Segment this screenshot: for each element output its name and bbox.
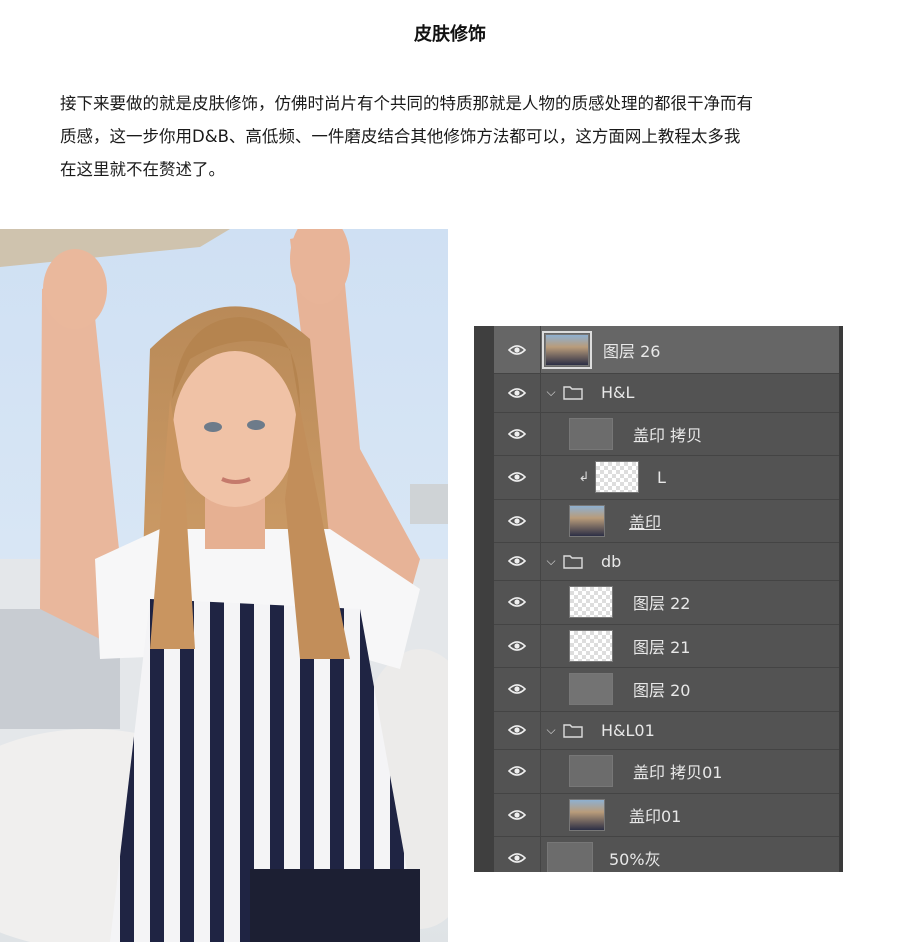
visibility-toggle[interactable]: [494, 667, 541, 711]
layer-thumbnail: [569, 798, 605, 831]
article-paragraph: 接下来要做的就是皮肤修饰，仿佛时尚片有个共同的特质那就是人物的质感处理的都很干净…: [60, 87, 850, 186]
visibility-toggle[interactable]: [494, 326, 541, 373]
visibility-toggle[interactable]: [494, 793, 541, 836]
eye-icon: [508, 556, 526, 566]
layer-row-group-db[interactable]: ⌵ db: [494, 542, 839, 581]
layer-name: 图层 21: [633, 637, 691, 657]
layer-thumbnail: [569, 755, 613, 787]
eye-icon: [508, 684, 526, 694]
eye-icon: [508, 428, 526, 439]
layer-thumbnail: [569, 504, 605, 537]
layers-panel: 图层 26 ⌵ H&L 盖印 拷贝 ↲ L 盖印 ⌵ db 图层 22 图层 2…: [474, 326, 843, 872]
layer-row-group-hl01[interactable]: ⌵ H&L01: [494, 711, 839, 750]
layer-name: 图层 26: [603, 341, 661, 361]
eye-icon: [508, 515, 526, 526]
eye-icon: [508, 809, 526, 820]
model-photo: [0, 229, 448, 942]
layer-thumbnail: [569, 586, 613, 618]
panel-left-strip: [474, 326, 494, 872]
chevron-down-icon[interactable]: ⌵: [545, 385, 557, 400]
chevron-down-icon[interactable]: ⌵: [545, 723, 557, 738]
folder-icon: [563, 554, 583, 569]
layer-row-stamp-copy[interactable]: 盖印 拷贝: [494, 412, 839, 456]
layer-name: H&L: [601, 383, 635, 402]
layer-name: L: [657, 467, 666, 487]
layer-row-layer21[interactable]: 图层 21: [494, 624, 839, 668]
eye-icon: [508, 597, 526, 607]
layer-thumbnail: [547, 842, 593, 872]
visibility-toggle[interactable]: [494, 836, 541, 872]
visibility-toggle[interactable]: [494, 711, 541, 749]
paragraph-line: 在这里就不在赘述了。: [60, 160, 225, 179]
eye-icon: [508, 853, 526, 863]
visibility-toggle[interactable]: [494, 624, 541, 667]
visibility-toggle[interactable]: [494, 455, 541, 499]
layer-row-layer20[interactable]: 图层 20: [494, 667, 839, 712]
layer-thumbnail: [595, 461, 639, 493]
folder-icon: [563, 723, 583, 738]
folder-icon: [563, 386, 583, 400]
paragraph-line: 接下来要做的就是皮肤修饰，仿佛时尚片有个共同的特质那就是人物的质感处理的都很干净…: [60, 94, 753, 113]
layer-name: 盖印 拷贝: [633, 425, 703, 445]
layer-name: 盖印01: [629, 806, 682, 826]
layer-thumbnail: [569, 417, 613, 450]
eye-icon: [508, 725, 526, 735]
visibility-toggle[interactable]: [494, 412, 541, 455]
article-title: 皮肤修饰: [414, 24, 486, 45]
layer-row-stamp[interactable]: 盖印: [494, 499, 839, 543]
paragraph-line: 质感，这一步你用D&B、高低频、一件磨皮结合其他修饰方法都可以，这方面网上教程太…: [60, 127, 741, 146]
layer-row-layer26[interactable]: 图层 26: [494, 326, 839, 374]
visibility-toggle[interactable]: [494, 542, 541, 580]
chevron-down-icon[interactable]: ⌵: [545, 554, 557, 569]
eye-icon: [508, 344, 526, 355]
layer-name: db: [601, 551, 622, 571]
layer-name: 图层 22: [633, 594, 691, 613]
layer-name: 盖印 拷贝01: [633, 763, 723, 782]
visibility-toggle[interactable]: [494, 749, 541, 793]
eye-icon: [508, 640, 526, 651]
layer-thumbnail: [542, 330, 592, 369]
layer-row-group-hl[interactable]: ⌵ H&L: [494, 373, 839, 413]
visibility-toggle[interactable]: [494, 373, 541, 412]
layer-thumbnail: [569, 673, 613, 705]
eye-icon: [508, 387, 526, 398]
layer-row-stamp-copy01[interactable]: 盖印 拷贝01: [494, 749, 839, 794]
layer-thumbnail: [569, 629, 613, 662]
layer-row-layer22[interactable]: 图层 22: [494, 580, 839, 625]
panel-scrollbar[interactable]: [839, 326, 843, 872]
clipping-arrow-icon: ↲: [578, 469, 590, 485]
layer-row-l[interactable]: ↲ L: [494, 455, 839, 500]
visibility-toggle[interactable]: [494, 499, 541, 542]
layer-name: H&L01: [601, 720, 655, 740]
layer-name: 盖印: [629, 512, 662, 532]
visibility-toggle[interactable]: [494, 580, 541, 624]
layer-name: 图层 20: [633, 681, 691, 700]
layer-name: 50%灰: [609, 850, 661, 869]
eye-icon: [508, 766, 526, 776]
layer-row-stamp01[interactable]: 盖印01: [494, 793, 839, 837]
eye-icon: [508, 472, 526, 482]
layer-row-gray50[interactable]: 50%灰: [494, 836, 839, 872]
